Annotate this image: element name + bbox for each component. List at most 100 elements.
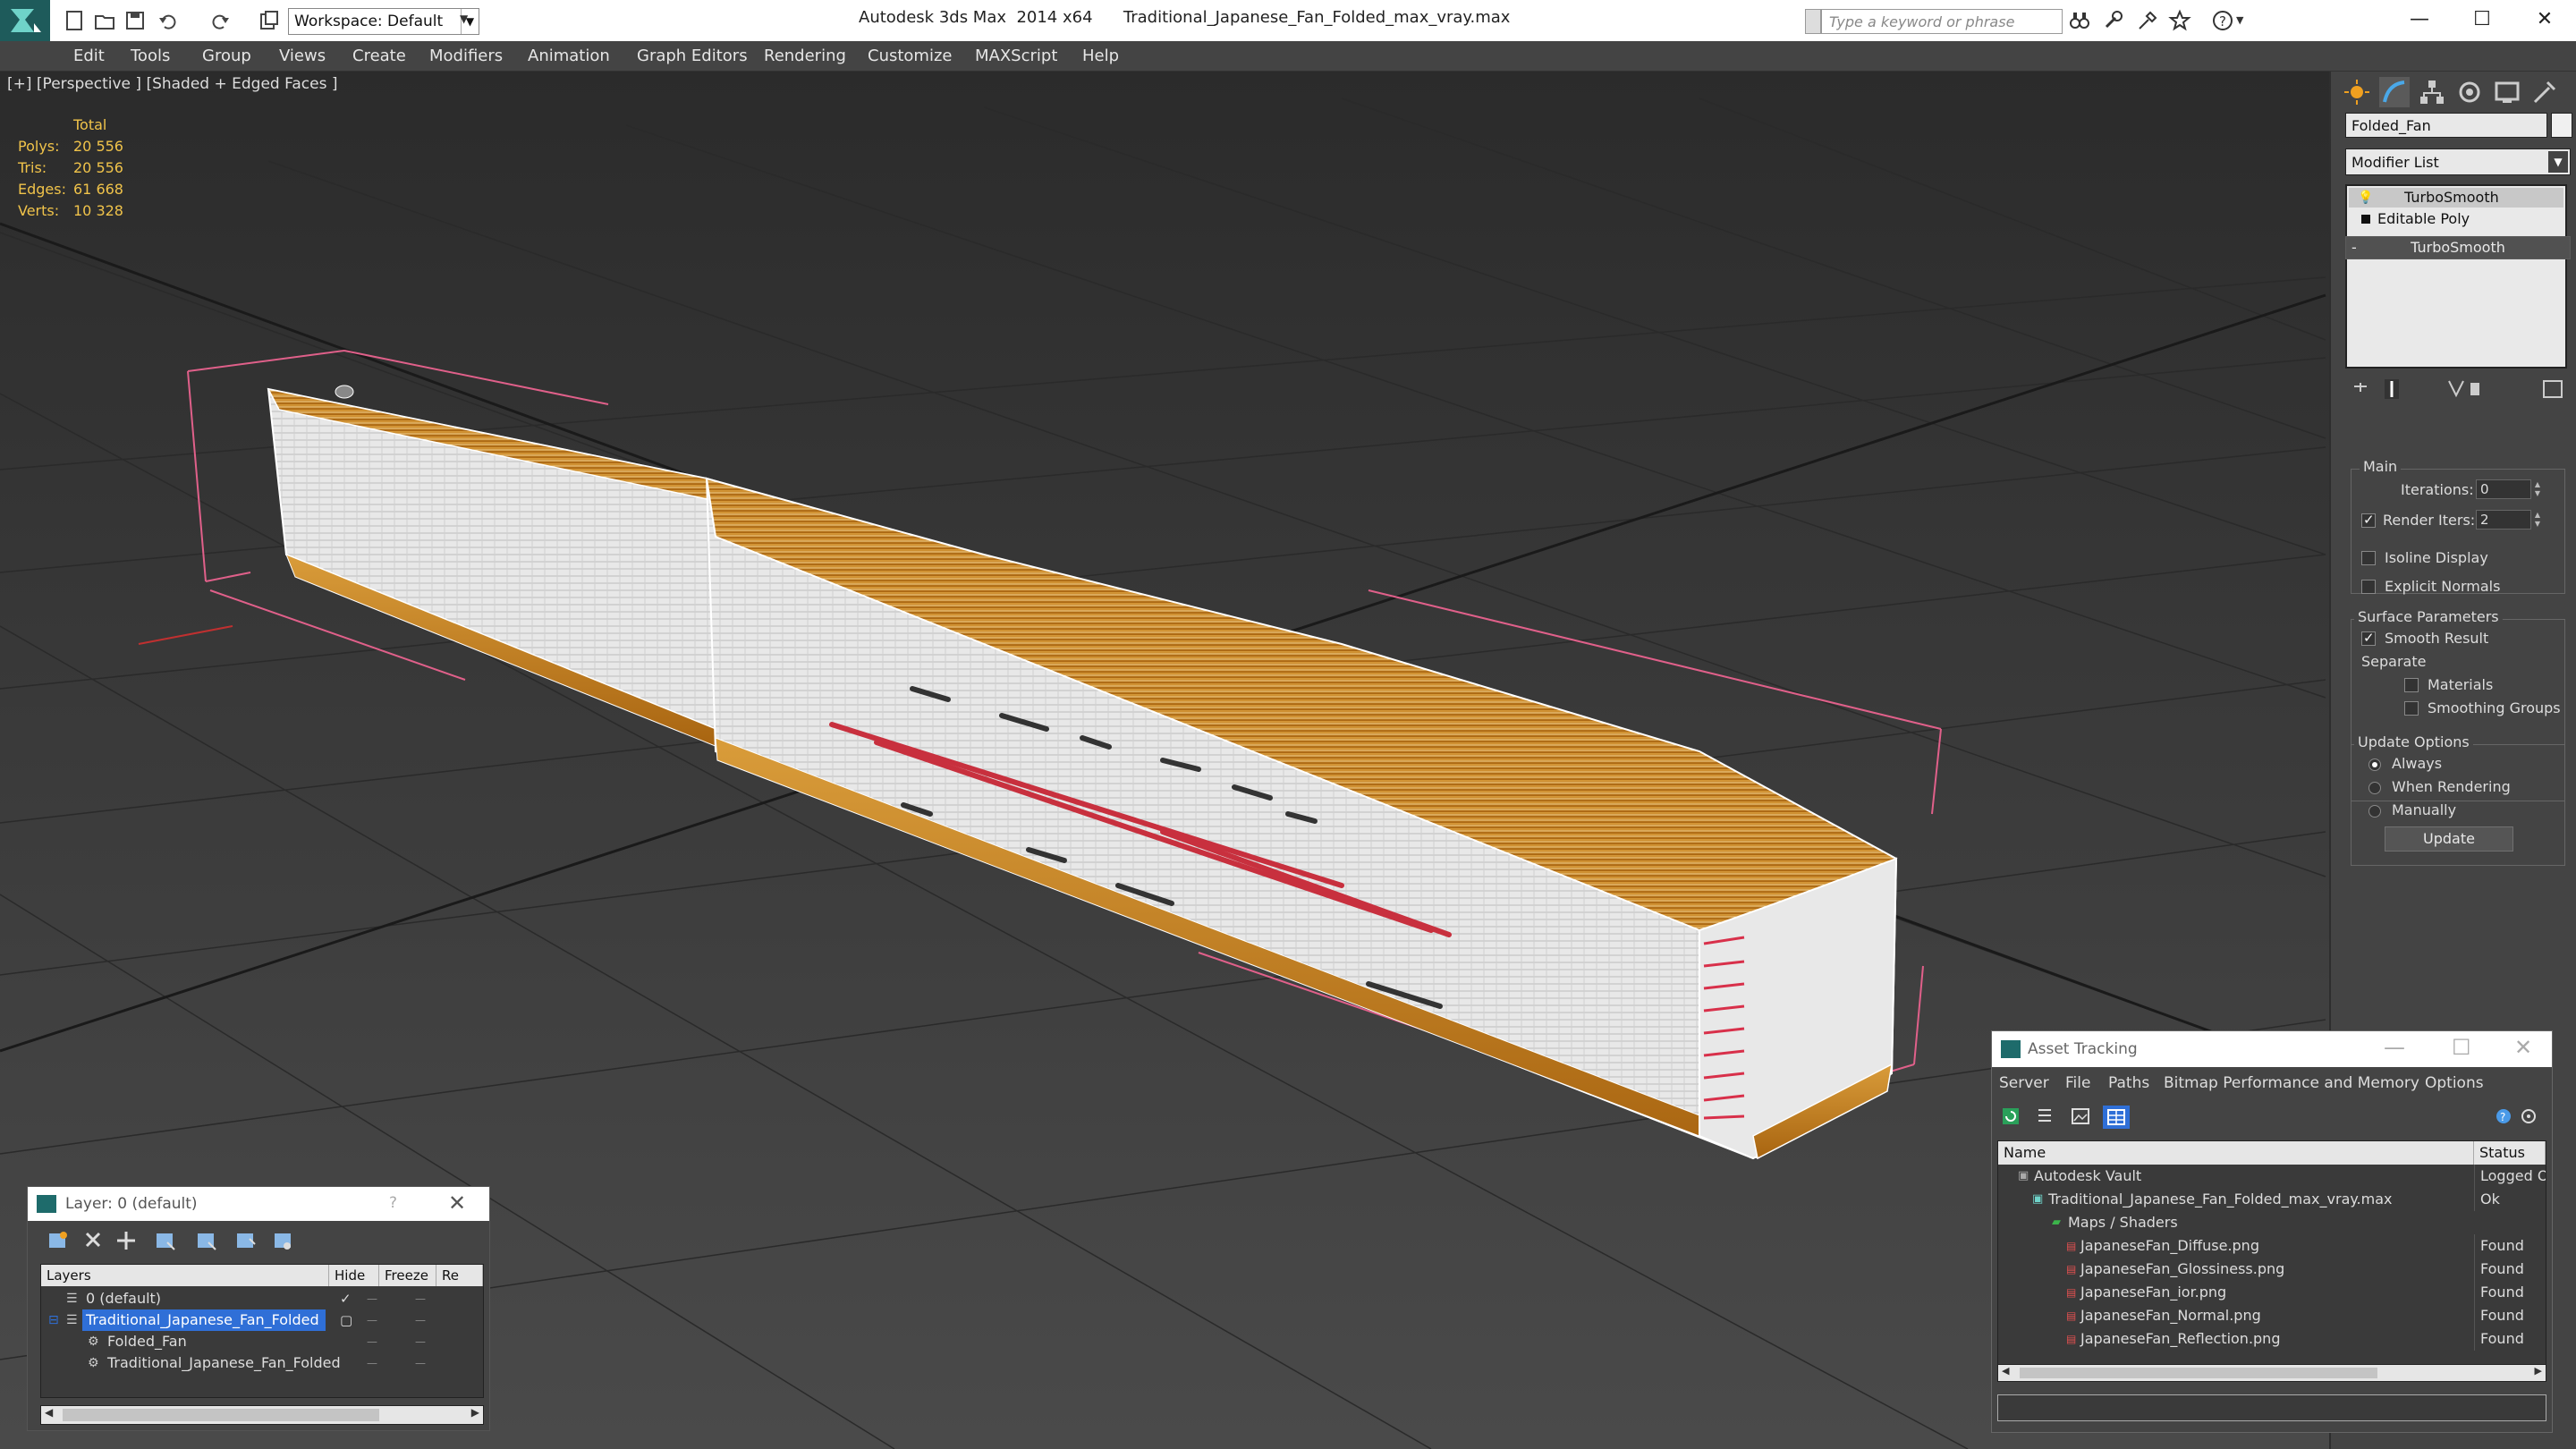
search-expand-icon[interactable] <box>1805 9 1821 34</box>
hide-toggle[interactable]: — <box>367 1309 377 1331</box>
column-header-status[interactable]: Status <box>2474 1141 2546 1165</box>
stack-item-editable-poly[interactable]: Editable Poly <box>2349 209 2563 229</box>
freeze-toggle[interactable]: — <box>415 1331 426 1352</box>
menu-customize[interactable]: Customize <box>868 47 952 65</box>
configure-modifier-sets-icon[interactable] <box>2543 380 2563 398</box>
thumbnail-view-icon[interactable] <box>2072 1108 2089 1124</box>
list-view-icon[interactable] <box>2038 1109 2051 1122</box>
horizontal-scrollbar[interactable]: ◀ ▶ <box>40 1405 484 1425</box>
save-file-icon[interactable] <box>123 9 147 32</box>
column-header-freeze[interactable]: Freeze <box>379 1265 436 1286</box>
asset-menu-bitmap-performance[interactable]: Bitmap Performance and Memory <box>2164 1074 2419 1092</box>
stack-item-turbosmooth[interactable]: 💡 TurboSmooth <box>2349 188 2563 208</box>
active-check-icon[interactable]: ✓ <box>340 1288 352 1309</box>
create-tab-icon[interactable] <box>2342 77 2372 107</box>
menu-views[interactable]: Views <box>279 47 326 65</box>
modifier-list-dropdown[interactable]: Modifier List ▼ <box>2345 148 2571 175</box>
minimize-button[interactable]: — <box>2384 1035 2405 1060</box>
layer-row[interactable]: ⚙ Traditional_Japanese_Fan_Folded — — <box>41 1352 483 1374</box>
layer-row[interactable]: ☰ 0 (default) ✓ — — <box>41 1288 483 1309</box>
asset-window-header[interactable]: Asset Tracking — ☐ ✕ <box>1992 1031 2552 1067</box>
workspace-dropdown[interactable]: Workspace: Default ▼ <box>288 8 479 35</box>
undo-icon[interactable] <box>157 9 181 32</box>
asset-row[interactable]: ▤ JapaneseFan_ior.png Found <box>1998 1281 2546 1304</box>
help-icon[interactable]: ? <box>2211 9 2234 32</box>
add-to-layer-icon[interactable] <box>117 1232 135 1250</box>
table-view-icon[interactable] <box>2103 1106 2130 1129</box>
asset-row[interactable]: ▤ JapaneseFan_Reflection.png Found <box>1998 1327 2546 1351</box>
close-button[interactable]: ✕ <box>2514 1035 2532 1060</box>
minimize-button[interactable]: — <box>2388 0 2451 41</box>
favorites-star-icon[interactable] <box>2168 9 2191 32</box>
hide-all-icon[interactable] <box>237 1233 256 1248</box>
expand-icon[interactable] <box>2361 215 2370 224</box>
menu-edit[interactable]: Edit <box>73 47 105 65</box>
show-end-result-icon[interactable] <box>2385 379 2399 399</box>
menu-modifiers[interactable]: Modifiers <box>429 47 503 65</box>
menu-graph-editors[interactable]: Graph Editors <box>637 47 748 65</box>
asset-menu-paths[interactable]: Paths <box>2108 1074 2149 1092</box>
scrollbar-thumb[interactable] <box>63 1409 379 1421</box>
asset-row[interactable]: ▤ JapaneseFan_Glossiness.png Found <box>1998 1258 2546 1281</box>
collapse-icon[interactable]: ⊟ <box>48 1309 59 1331</box>
app-logo-icon[interactable] <box>0 0 50 41</box>
lightbulb-icon[interactable]: 💡 <box>2358 188 2373 208</box>
asset-menu-options[interactable]: Options <box>2425 1074 2484 1092</box>
menu-maxscript[interactable]: MAXScript <box>975 47 1057 65</box>
materials-checkbox[interactable] <box>2404 678 2419 692</box>
project-folder-icon[interactable] <box>258 9 281 32</box>
motion-tab-icon[interactable] <box>2454 77 2485 107</box>
update-always-radio[interactable] <box>2368 758 2381 771</box>
select-objects-icon[interactable] <box>157 1233 175 1250</box>
menu-help[interactable]: Help <box>1082 47 1119 65</box>
render-iters-spinner[interactable]: 2 ▲ ▼ <box>2476 510 2540 530</box>
make-unique-icon[interactable] <box>2448 380 2464 398</box>
explicit-normals-checkbox[interactable] <box>2361 580 2376 594</box>
column-header-render[interactable]: Re <box>436 1265 483 1286</box>
hide-toggle[interactable]: — <box>367 1352 377 1374</box>
open-file-icon[interactable] <box>93 9 116 32</box>
scroll-left-icon[interactable]: ◀ <box>45 1406 53 1419</box>
smoothing-groups-checkbox[interactable] <box>2404 701 2419 716</box>
highlight-layer-icon[interactable] <box>198 1233 216 1250</box>
asset-path-field[interactable] <box>1997 1394 2546 1421</box>
help-icon[interactable]: ? <box>2496 1109 2511 1123</box>
utilities-tab-icon[interactable] <box>2529 77 2560 107</box>
scroll-right-icon[interactable]: ▶ <box>471 1406 479 1419</box>
freeze-all-icon[interactable] <box>275 1233 291 1250</box>
close-icon[interactable]: ✕ <box>448 1191 466 1216</box>
communication-icon[interactable] <box>2136 9 2159 32</box>
scroll-left-icon[interactable]: ◀ <box>2002 1365 2009 1377</box>
update-button[interactable]: Update <box>2385 826 2513 852</box>
render-iters-checkbox[interactable] <box>2361 512 2376 528</box>
freeze-toggle[interactable]: — <box>415 1309 426 1331</box>
menu-rendering[interactable]: Rendering <box>764 47 846 65</box>
column-header-layers[interactable]: Layers <box>41 1265 329 1286</box>
freeze-toggle[interactable]: — <box>415 1288 426 1309</box>
iterations-spinner[interactable]: 0 ▲ ▼ <box>2476 479 2540 499</box>
hierarchy-tab-icon[interactable] <box>2417 77 2447 107</box>
asset-menu-server[interactable]: Server <box>1999 1074 2049 1092</box>
spinner-arrows-icon[interactable]: ▲ ▼ <box>2532 511 2543 530</box>
workspace-arrow-icon[interactable]: ▼ <box>460 13 474 30</box>
asset-row[interactable]: ▤ JapaneseFan_Normal.png Found <box>1998 1304 2546 1327</box>
object-color-swatch[interactable] <box>2551 113 2572 138</box>
hide-toggle[interactable]: — <box>367 1331 377 1352</box>
settings-icon[interactable] <box>2521 1109 2536 1123</box>
menu-tools[interactable]: Tools <box>131 47 170 65</box>
isoline-display-checkbox[interactable] <box>2361 551 2376 565</box>
asset-menu-file[interactable]: File <box>2065 1074 2090 1092</box>
redo-icon[interactable] <box>208 9 231 32</box>
delete-layer-icon[interactable] <box>85 1232 101 1248</box>
asset-row[interactable]: ▰ Maps / Shaders <box>1998 1211 2546 1234</box>
object-name-field[interactable]: Folded_Fan <box>2345 113 2547 138</box>
smooth-result-checkbox[interactable] <box>2361 630 2376 646</box>
maximize-button[interactable]: ☐ <box>2451 0 2513 41</box>
maximize-button[interactable]: ☐ <box>2452 1035 2471 1060</box>
modify-tab-icon[interactable] <box>2379 77 2410 107</box>
menu-create[interactable]: Create <box>352 47 406 65</box>
asset-row[interactable]: ▣ Autodesk Vault Logged O <box>1998 1165 2546 1188</box>
new-file-icon[interactable] <box>63 9 86 32</box>
update-when-rendering-radio[interactable] <box>2368 782 2381 794</box>
remove-modifier-icon[interactable] <box>2470 383 2479 395</box>
